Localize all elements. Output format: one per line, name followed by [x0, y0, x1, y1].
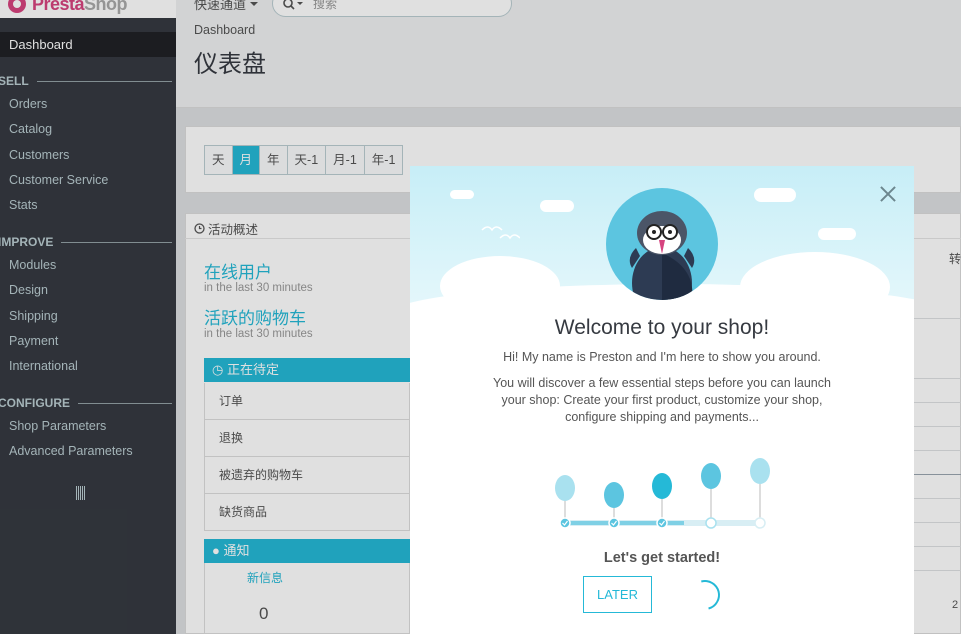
- online-users-period: in the last 30 minutes: [204, 282, 313, 294]
- new-messages-label[interactable]: 新信息: [247, 569, 283, 586]
- pending-row-returns[interactable]: 退换: [204, 420, 410, 457]
- sidebar-item-payment[interactable]: Payment: [9, 334, 58, 348]
- get-started-heading: Let's get started!: [603, 550, 721, 566]
- collapse-sidebar-icon[interactable]: [76, 486, 86, 500]
- page-header: [176, 20, 961, 108]
- new-messages-count: 0: [259, 604, 269, 623]
- sidebar-section-configure: CONFIGURE: [0, 396, 176, 410]
- prestashop-logo[interactable]: PrestaShop: [0, 0, 176, 18]
- close-icon[interactable]: [876, 182, 900, 206]
- activity-title: 活动概述: [194, 219, 258, 238]
- page-title: 仪表盘: [194, 51, 266, 78]
- period-year-button[interactable]: 年: [260, 146, 288, 174]
- period-day-button[interactable]: 天: [205, 146, 233, 174]
- sidebar-item-catalog[interactable]: Catalog: [9, 122, 52, 136]
- period-prev-month-button[interactable]: 月-1: [326, 146, 365, 174]
- onboarding-progress: [550, 454, 780, 534]
- grid-line: [914, 450, 961, 451]
- pending-row-orders[interactable]: 订单: [204, 383, 410, 420]
- period-prev-year-button[interactable]: 年-1: [364, 146, 403, 174]
- period-selector: 天 月 年 天-1 月-1 年-1: [204, 145, 404, 175]
- notifications-section-header: ● 通知: [204, 539, 410, 563]
- search-icon: [283, 0, 303, 10]
- balloon-step-5: [750, 458, 770, 529]
- grid-line: [914, 522, 961, 523]
- loading-spinner-icon: [684, 574, 726, 616]
- sidebar-section-sell: SELL: [0, 74, 176, 88]
- sidebar-item-dashboard[interactable]: Dashboard: [0, 32, 176, 57]
- pending-row-abandoned-carts[interactable]: 被遗弃的购物车: [204, 457, 410, 494]
- sidebar: PrestaShop Dashboard SELL Orders Catalog…: [0, 0, 176, 634]
- notifications-box: [204, 563, 410, 634]
- sidebar-section-improve: IMPROVE: [0, 235, 176, 249]
- alert-icon: ●: [212, 543, 220, 558]
- logo-text-b: Shop: [84, 0, 128, 14]
- logo-icon: [8, 0, 26, 13]
- sidebar-item-shop-parameters[interactable]: Shop Parameters: [9, 419, 106, 433]
- breadcrumb[interactable]: Dashboard: [194, 23, 255, 37]
- balloon-step-4: [701, 463, 721, 529]
- pending-section-header: ◷ 正在待定: [204, 358, 410, 382]
- right-axis-label: 2: [952, 599, 959, 611]
- sidebar-item-shipping[interactable]: Shipping: [9, 309, 58, 323]
- sidebar-item-international[interactable]: International: [9, 359, 78, 373]
- search-box[interactable]: 搜索: [272, 0, 512, 17]
- search-input[interactable]: 搜索: [313, 0, 337, 12]
- period-prev-day-button[interactable]: 天-1: [287, 146, 327, 174]
- grid-line: [914, 426, 961, 427]
- sidebar-item-advanced-parameters[interactable]: Advanced Parameters: [9, 444, 133, 458]
- grid-line: [914, 546, 961, 547]
- logo-text-a: Presta: [32, 0, 85, 14]
- later-button[interactable]: LATER: [583, 576, 652, 613]
- clock-icon: [194, 223, 205, 234]
- grid-line: [914, 570, 961, 571]
- grid-line: [914, 378, 961, 379]
- preston-mascot-avatar: [606, 188, 718, 300]
- clock-icon: ◷: [212, 362, 224, 377]
- sidebar-item-customers[interactable]: Customers: [9, 148, 69, 162]
- sidebar-item-stats[interactable]: Stats: [9, 198, 38, 212]
- right-column-label: 转: [949, 252, 961, 266]
- welcome-modal: Welcome to your shop! Hi! My name is Pre…: [410, 166, 914, 634]
- balloon-step-3: [652, 473, 672, 529]
- modal-intro: Hi! My name is Preston and I'm here to s…: [503, 350, 821, 364]
- grid-line: [914, 498, 961, 499]
- sidebar-item-orders[interactable]: Orders: [9, 97, 47, 111]
- modal-description: You will discover a few essential steps …: [493, 376, 831, 424]
- active-carts-link[interactable]: 活跃的购物车: [204, 304, 306, 329]
- active-carts-period: in the last 30 minutes: [204, 328, 313, 340]
- modal-title: Welcome to your shop!: [554, 316, 770, 339]
- quick-access-dropdown[interactable]: 快速通道: [194, 0, 258, 13]
- grid-line: [914, 318, 961, 319]
- chart-line: [914, 474, 961, 475]
- sidebar-item-modules[interactable]: Modules: [9, 258, 56, 272]
- sidebar-item-design[interactable]: Design: [9, 283, 48, 297]
- online-users-link[interactable]: 在线用户: [204, 258, 272, 283]
- pending-row-out-of-stock[interactable]: 缺货商品: [204, 494, 410, 531]
- bird-icon: [481, 226, 520, 240]
- sidebar-item-customer-service[interactable]: Customer Service: [9, 173, 108, 187]
- period-month-button[interactable]: 月: [232, 146, 261, 174]
- grid-line: [914, 402, 961, 403]
